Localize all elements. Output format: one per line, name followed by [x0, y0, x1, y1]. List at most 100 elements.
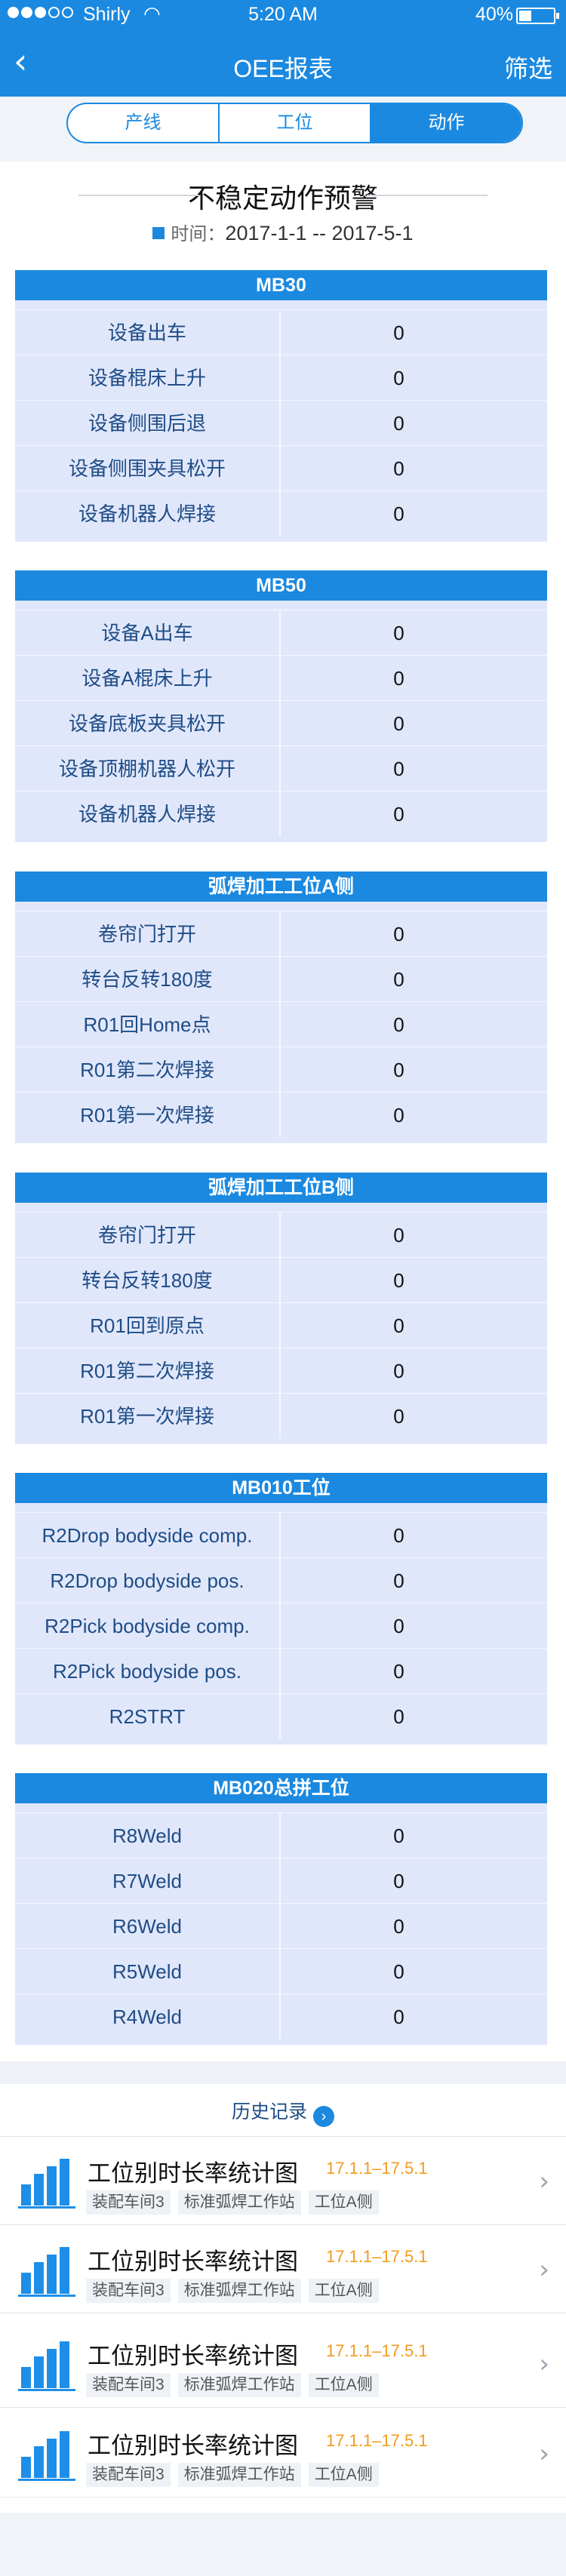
- table-row: R6Weld 0: [15, 1903, 547, 1948]
- action-count: 0: [393, 367, 405, 389]
- action-label: 设备侧围夹具松开: [15, 446, 281, 490]
- tag-badge: 工位A侧: [308, 2190, 379, 2215]
- table-row: R2Drop bodyside pos. 0: [15, 1557, 547, 1603]
- action-label: R6Weld: [15, 1904, 281, 1948]
- history-record[interactable]: 工位别时长率统计图 17.1.1–17.5.1 装配车间3 标准弧焊工作站 工位A侧 ›: [0, 2226, 566, 2313]
- history-link[interactable]: 历史记录 ›: [0, 2084, 566, 2137]
- action-count: 0: [393, 1059, 405, 1081]
- tab-line[interactable]: 产线: [68, 104, 220, 142]
- table-row: R01第一次焊接 0: [15, 1393, 547, 1438]
- action-label: 转台反转180度: [15, 1258, 281, 1302]
- action-label: 卷帘门打开: [15, 1213, 281, 1257]
- chevron-right-icon: ›: [539, 2349, 549, 2379]
- table-row: R4Weld 0: [15, 1993, 547, 2039]
- action-label: R2Drop bodyside pos.: [15, 1558, 281, 1603]
- chevron-right-icon: ›: [539, 2255, 549, 2285]
- record-date: 17.1.1–17.5.1: [326, 2431, 428, 2450]
- table-row: 设备机器人焊接 0: [15, 490, 547, 536]
- table-header: MB50: [15, 570, 547, 601]
- record-date: 17.1.1–17.5.1: [326, 2247, 428, 2266]
- action-count: 0: [393, 622, 405, 644]
- tab-action[interactable]: 动作: [371, 104, 521, 142]
- action-label: 设备侧围后退: [15, 401, 281, 445]
- action-count: 0: [393, 1960, 405, 1983]
- action-count: 0: [393, 1524, 405, 1547]
- record-title: 工位别时长率统计图: [88, 2343, 298, 2369]
- tag-badge: 标准弧焊工作站: [177, 2463, 301, 2487]
- history-record[interactable]: 工位别时长率统计图 17.1.1–17.5.1 装配车间3 标准弧焊工作站 工位A侧 ›: [0, 2410, 566, 2498]
- record-title: 工位别时长率统计图: [88, 2249, 298, 2275]
- tag-badge: 装配车间3: [86, 2279, 171, 2303]
- table-row: 设备机器人焊接 0: [15, 791, 547, 836]
- table-row: R8Weld 0: [15, 1812, 547, 1858]
- tag-badge: 工位A侧: [308, 2279, 379, 2303]
- battery-percent: 40%: [475, 4, 513, 25]
- table-row: R2Drop bodyside comp. 0: [15, 1512, 547, 1557]
- filter-button[interactable]: 筛选: [504, 50, 552, 85]
- segmented-tabs: 产线 工位 动作: [66, 103, 523, 143]
- action-label: R7Weld: [15, 1858, 281, 1903]
- table-row: 转台反转180度 0: [15, 1257, 547, 1302]
- battery-icon: [516, 8, 559, 24]
- action-label: 转台反转180度: [15, 957, 281, 1001]
- history-record[interactable]: 工位别时长率统计图 17.1.1–17.5.1 装配车间3 标准弧焊工作站 工位A侧 ›: [0, 2320, 566, 2408]
- table-row: 设备顶棚机器人松开 0: [15, 745, 547, 791]
- action-label: 设备底板夹具松开: [15, 701, 281, 745]
- record-title: 工位别时长率统计图: [88, 2160, 298, 2187]
- record-tags: 装配车间3 标准弧焊工作站 工位A侧: [86, 2190, 379, 2215]
- action-count: 0: [393, 758, 405, 780]
- table-row: R2Pick bodyside pos. 0: [15, 1648, 547, 1693]
- action-count: 0: [393, 1615, 405, 1637]
- action-label: R8Weld: [15, 1813, 281, 1858]
- action-table: MB30 设备出车 0 设备棍床上升 0 设备侧围后退 0 设备侧围夹具松开 0 设备机器人焊接 0: [15, 270, 547, 542]
- action-label: 设备A棍床上升: [15, 656, 281, 700]
- table-row: R2STRT 0: [15, 1693, 547, 1738]
- chevron-right-circle-icon: ›: [313, 2106, 334, 2127]
- action-label: 设备机器人焊接: [15, 792, 281, 836]
- action-count: 0: [393, 803, 405, 825]
- bar-chart-icon: [18, 2431, 75, 2481]
- action-label: 设备出车: [15, 310, 281, 355]
- action-table: MB010工位 R2Drop bodyside comp. 0 R2Drop body…: [15, 1473, 547, 1744]
- chevron-right-icon: ›: [539, 2439, 549, 2469]
- action-label: 卷帘门打开: [15, 911, 281, 956]
- date-range-row: 时间：2017-1-1 -- 2017-5-1: [0, 219, 566, 245]
- tag-badge: 装配车间3: [86, 2463, 171, 2487]
- tag-badge: 装配车间3: [86, 2190, 171, 2215]
- heading-title: 不稳定动作预警: [187, 183, 378, 214]
- action-count: 0: [393, 1269, 405, 1292]
- action-count: 0: [393, 968, 405, 991]
- action-label: R2STRT: [15, 1694, 281, 1738]
- table-row: 转台反转180度 0: [15, 956, 547, 1001]
- tab-station[interactable]: 工位: [220, 104, 371, 142]
- table-row: 设备侧围后退 0: [15, 400, 547, 445]
- bar-chart-icon: [18, 2159, 75, 2209]
- action-label: R2Pick bodyside pos.: [15, 1649, 281, 1693]
- action-count: 0: [393, 1870, 405, 1892]
- tag-badge: 工位A侧: [308, 2463, 379, 2487]
- bottom-spacer: [0, 2513, 566, 2576]
- table-row: R01第一次焊接 0: [15, 1092, 547, 1137]
- table-row: R01第二次焊接 0: [15, 1348, 547, 1393]
- table-header: 弧焊加工工位A侧: [15, 871, 547, 902]
- action-label: R2Pick bodyside comp.: [15, 1603, 281, 1648]
- action-label: R4Weld: [15, 1994, 281, 2039]
- table-row: 设备侧围夹具松开 0: [15, 445, 547, 490]
- date-range: 2017-1-1 -- 2017-5-1: [225, 222, 414, 244]
- record-tags: 装配车间3 标准弧焊工作站 工位A侧: [86, 2279, 379, 2303]
- action-count: 0: [393, 1013, 405, 1036]
- action-count: 0: [393, 503, 405, 525]
- table-row: 设备出车 0: [15, 309, 547, 355]
- action-count: 0: [393, 923, 405, 945]
- action-label: 设备棍床上升: [15, 355, 281, 400]
- action-count: 0: [393, 667, 405, 690]
- table-row: 卷帘门打开 0: [15, 1212, 547, 1257]
- action-table: MB50 设备A出车 0 设备A棍床上升 0 设备底板夹具松开 0 设备顶棚机器人松开 0 设备机…: [15, 570, 547, 842]
- history-label: 历史记录: [231, 2101, 307, 2123]
- table-row: R2Pick bodyside comp. 0: [15, 1603, 547, 1648]
- action-label: 设备A出车: [15, 610, 281, 655]
- tag-badge: 标准弧焊工作站: [177, 2279, 301, 2303]
- history-record[interactable]: 工位别时长率统计图 17.1.1–17.5.1 装配车间3 标准弧焊工作站 工位A侧 ›: [0, 2138, 566, 2225]
- action-label: 设备顶棚机器人松开: [15, 746, 281, 791]
- table-row: R7Weld 0: [15, 1858, 547, 1903]
